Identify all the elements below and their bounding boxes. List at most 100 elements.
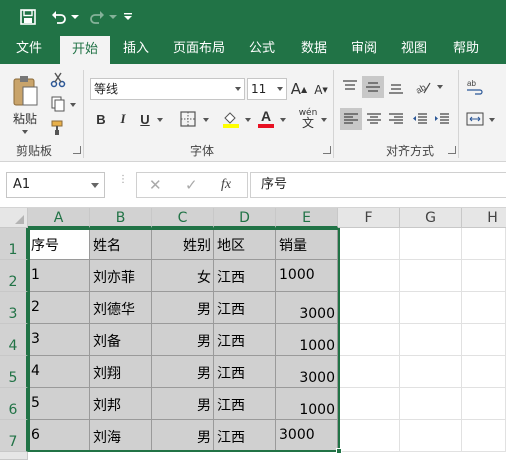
cell-c4[interactable]: 男: [152, 324, 214, 356]
cancel-icon[interactable]: ✕: [149, 176, 162, 194]
align-center-icon[interactable]: [364, 108, 384, 130]
cell-h4[interactable]: [462, 324, 506, 356]
row-header-2[interactable]: 2: [0, 260, 28, 292]
cell-b3[interactable]: 刘德华: [90, 292, 152, 324]
undo-icon[interactable]: [48, 6, 70, 28]
font-name-combo[interactable]: 等线: [90, 78, 245, 100]
cell-a7[interactable]: 6: [28, 420, 90, 452]
paste-button[interactable]: 粘贴: [8, 108, 42, 128]
row-header-5[interactable]: 5: [0, 356, 28, 388]
undo-dropdown-icon[interactable]: [70, 6, 80, 28]
cell-e6[interactable]: 1000: [276, 388, 338, 420]
orientation-icon[interactable]: ab: [412, 76, 434, 98]
cell-d4[interactable]: 江西: [214, 324, 276, 356]
save-icon[interactable]: [16, 6, 40, 28]
cell-f3[interactable]: [338, 292, 400, 324]
cell-a1[interactable]: 序号: [28, 228, 90, 260]
row-header-4[interactable]: 4: [0, 324, 28, 356]
cell-g2[interactable]: [400, 260, 462, 292]
row-header-1[interactable]: 1: [0, 228, 28, 260]
clipboard-launcher-icon[interactable]: [73, 146, 81, 154]
tab-insert[interactable]: 插入: [114, 34, 158, 64]
cell-c7[interactable]: 男: [152, 420, 214, 452]
tab-data[interactable]: 数据: [292, 34, 336, 64]
cell-g5[interactable]: [400, 356, 462, 388]
column-header-h[interactable]: H: [462, 208, 506, 228]
cell-e2[interactable]: 1000: [276, 260, 338, 292]
cell-c5[interactable]: 男: [152, 356, 214, 388]
cell-a3[interactable]: 2: [28, 292, 90, 324]
column-header-f[interactable]: F: [338, 208, 400, 228]
cell-a4[interactable]: 3: [28, 324, 90, 356]
cell-e7[interactable]: 3000: [276, 420, 338, 452]
tab-page-layout[interactable]: 页面布局: [166, 34, 232, 64]
tab-home[interactable]: 开始: [60, 36, 110, 64]
align-right-icon[interactable]: [386, 108, 406, 130]
font-color-button[interactable]: A: [255, 106, 277, 130]
orientation-dropdown-icon[interactable]: [437, 85, 443, 89]
phonetic-guide-button[interactable]: wén 文: [298, 106, 318, 130]
merge-dropdown-icon[interactable]: [489, 118, 495, 122]
cell-d6[interactable]: 江西: [214, 388, 276, 420]
cell-h5[interactable]: [462, 356, 506, 388]
tab-file[interactable]: 文件: [6, 34, 52, 64]
customize-qat-icon[interactable]: [120, 6, 136, 28]
cell-e3[interactable]: 3000: [276, 292, 338, 324]
cell-h2[interactable]: [462, 260, 506, 292]
fill-handle[interactable]: [336, 448, 342, 454]
fill-color-icon[interactable]: [220, 108, 242, 130]
copy-icon[interactable]: [48, 94, 68, 114]
cell-f7[interactable]: [338, 420, 400, 452]
wrap-text-icon[interactable]: ab: [464, 76, 486, 98]
cell-d7[interactable]: 江西: [214, 420, 276, 452]
borders-icon[interactable]: [177, 108, 199, 130]
cell-f6[interactable]: [338, 388, 400, 420]
cell-b7[interactable]: 刘海: [90, 420, 152, 452]
alignment-launcher-icon[interactable]: [448, 146, 456, 154]
paste-dropdown-icon[interactable]: [22, 130, 28, 134]
format-painter-icon[interactable]: [48, 118, 68, 138]
cell-c3[interactable]: 男: [152, 292, 214, 324]
cell-g3[interactable]: [400, 292, 462, 324]
cell-b2[interactable]: 刘亦菲: [90, 260, 152, 292]
font-size-combo[interactable]: 11: [247, 78, 287, 100]
cell-b6[interactable]: 刘邦: [90, 388, 152, 420]
merge-center-icon[interactable]: [464, 108, 486, 130]
borders-dropdown-icon[interactable]: [203, 118, 209, 122]
increase-indent-icon[interactable]: [432, 108, 452, 130]
phonetic-dropdown-icon[interactable]: [321, 118, 327, 122]
underline-dropdown-icon[interactable]: [157, 118, 163, 122]
fill-color-dropdown-icon[interactable]: [245, 118, 251, 122]
enter-icon[interactable]: ✓: [185, 176, 198, 194]
cell-h6[interactable]: [462, 388, 506, 420]
cell-g1[interactable]: [400, 228, 462, 260]
bottom-align-icon[interactable]: [386, 76, 406, 98]
name-box[interactable]: A1: [6, 172, 105, 198]
cell-e4[interactable]: 1000: [276, 324, 338, 356]
column-header-g[interactable]: G: [400, 208, 462, 228]
bold-button[interactable]: B: [92, 108, 110, 130]
cell-b1[interactable]: 姓名: [90, 228, 152, 260]
tab-help[interactable]: 帮助: [444, 34, 488, 64]
align-left-icon[interactable]: [340, 108, 362, 130]
cell-a5[interactable]: 4: [28, 356, 90, 388]
cell-g4[interactable]: [400, 324, 462, 356]
decrease-indent-icon[interactable]: [410, 108, 430, 130]
cell-c1[interactable]: 姓别: [152, 228, 214, 260]
cell-d2[interactable]: 江西: [214, 260, 276, 292]
column-header-b[interactable]: B: [90, 208, 152, 228]
redo-dropdown-icon[interactable]: [108, 6, 118, 28]
italic-button[interactable]: I: [114, 108, 132, 130]
formula-input[interactable]: 序号: [250, 172, 506, 198]
cell-d1[interactable]: 地区: [214, 228, 276, 260]
cell-h3[interactable]: [462, 292, 506, 324]
drag-handle-icon[interactable]: ⋮: [118, 175, 128, 193]
column-header-d[interactable]: D: [214, 208, 276, 228]
row-header-7[interactable]: 7: [0, 420, 28, 452]
cell-e1[interactable]: 销量: [276, 228, 338, 260]
column-header-c[interactable]: C: [152, 208, 214, 228]
column-header-a[interactable]: A: [28, 208, 90, 228]
middle-align-icon[interactable]: [362, 76, 384, 98]
cell-c6[interactable]: 男: [152, 388, 214, 420]
cell-b4[interactable]: 刘备: [90, 324, 152, 356]
